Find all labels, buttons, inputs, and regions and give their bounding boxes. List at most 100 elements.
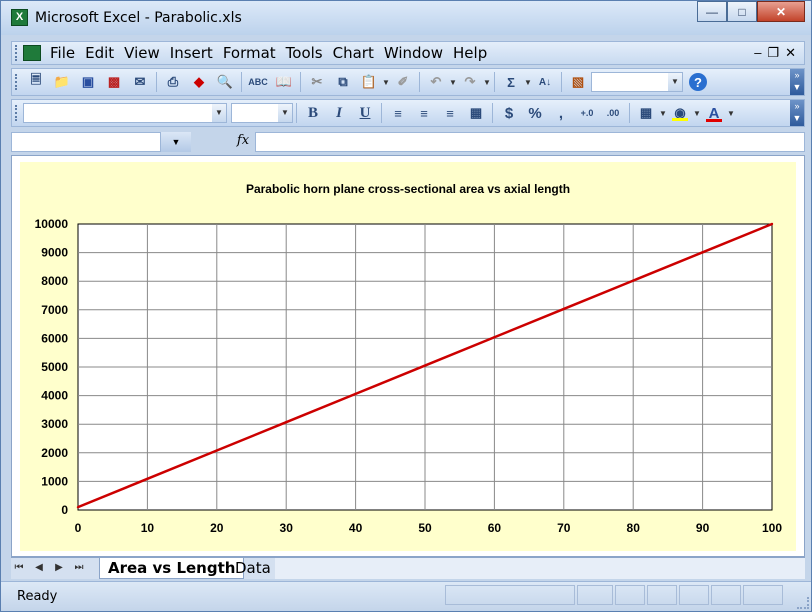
document-icon[interactable] [23, 45, 41, 61]
spelling-icon[interactable]: ABC [248, 72, 268, 92]
currency-button[interactable]: $ [499, 103, 519, 123]
menu-edit[interactable]: Edit [80, 44, 119, 62]
prev-sheet-icon[interactable]: ◀ [33, 562, 45, 573]
data-point [354, 392, 357, 396]
menu-insert[interactable]: Insert [165, 44, 218, 62]
help-icon[interactable]: ? [689, 73, 707, 91]
borders-icon[interactable]: ▦ [636, 103, 656, 123]
y-tick-label: 2000 [41, 446, 68, 460]
chevron-down-icon[interactable]: ▼ [278, 104, 292, 122]
print-icon[interactable]: ⎙ [163, 72, 183, 92]
close-icon[interactable]: ✕ [757, 1, 805, 22]
first-sheet-icon[interactable]: ⏮ [13, 562, 25, 573]
separator [629, 103, 630, 123]
chart-area[interactable]: Parabolic horn plane cross-sectional are… [20, 162, 796, 551]
doc-minimize-icon[interactable]: – [754, 45, 761, 61]
research-icon[interactable]: ◆ [189, 72, 209, 92]
toolbar-grip[interactable] [15, 105, 19, 121]
toolbar-grip[interactable] [15, 45, 19, 61]
open-icon[interactable]: 📁 [52, 72, 72, 92]
comma-button[interactable]: , [551, 103, 571, 123]
save-icon[interactable]: ▣ [78, 72, 98, 92]
percent-button[interactable]: % [525, 103, 545, 123]
mail-icon[interactable]: ✉ [130, 72, 150, 92]
y-tick-label: 7000 [41, 303, 68, 317]
format-painter-icon[interactable]: ✐ [393, 72, 413, 92]
paste-dropdown-icon[interactable]: ▼ [382, 78, 390, 87]
font-name-combo[interactable]: ▼ [23, 103, 227, 123]
underline-button[interactable]: U [355, 103, 375, 123]
tab-data[interactable]: Data [227, 558, 279, 579]
y-tick-label: 3000 [41, 417, 68, 431]
next-sheet-icon[interactable]: ▶ [53, 562, 65, 573]
formula-input[interactable] [255, 132, 805, 152]
menu-format[interactable]: Format [218, 44, 281, 62]
x-tick-label: 0 [75, 521, 82, 535]
permission-icon[interactable]: ▩ [104, 72, 124, 92]
window-title: Microsoft Excel - Parabolic.xls [35, 10, 242, 26]
font-color-icon[interactable]: A [704, 103, 724, 123]
toolbar-options-icon[interactable]: » ▼ [790, 100, 804, 126]
y-tick-label: 8000 [41, 274, 68, 288]
font-color-dropdown-icon[interactable]: ▼ [727, 109, 735, 118]
last-sheet-icon[interactable]: ⏭ [73, 562, 85, 573]
cut-icon[interactable]: ✂ [307, 72, 327, 92]
new-icon[interactable]: 🗏 [26, 72, 46, 92]
tabs-scroll-area [275, 558, 805, 579]
menu-chart[interactable]: Chart [328, 44, 379, 62]
separator [300, 72, 301, 92]
title-bar: X Microsoft Excel - Parabolic.xls — □ ✕ [1, 1, 811, 35]
menu-tools[interactable]: Tools [281, 44, 328, 62]
restore-icon[interactable]: □ [727, 1, 757, 22]
sort-icon[interactable]: A↓ [535, 72, 555, 92]
fill-color-dropdown-icon[interactable]: ▼ [693, 109, 701, 118]
insert-function-icon[interactable]: fx [233, 133, 253, 151]
chevron-down-icon[interactable]: ▼ [212, 104, 226, 122]
x-tick-label: 20 [210, 521, 224, 535]
chevron-down-icon[interactable]: ▼ [668, 73, 682, 91]
merge-center-icon[interactable]: ▦ [466, 103, 486, 123]
menu-file[interactable]: File [45, 44, 80, 62]
menu-help[interactable]: Help [448, 44, 492, 62]
print-preview-icon[interactable]: 🔍 [215, 72, 235, 92]
doc-close-icon[interactable]: ✕ [785, 45, 796, 61]
copy-icon[interactable]: ⧉ [333, 72, 353, 92]
borders-dropdown-icon[interactable]: ▼ [659, 109, 667, 118]
autosum-icon[interactable]: Σ [501, 72, 521, 92]
toolbar-options-icon[interactable]: » ▼ [790, 69, 804, 95]
decrease-decimal-icon[interactable]: .00 [603, 103, 623, 123]
redo-icon[interactable]: ↷ [460, 72, 480, 92]
y-tick-label: 1000 [41, 474, 68, 488]
y-tick-label: 6000 [41, 331, 68, 345]
redo-dropdown-icon[interactable]: ▼ [483, 78, 491, 87]
minimize-icon[interactable]: — [697, 1, 727, 22]
chevron-down-icon[interactable]: ▼ [161, 132, 191, 152]
bold-button[interactable]: B [303, 103, 323, 123]
italic-button[interactable]: I [329, 103, 349, 123]
data-point [701, 251, 704, 254]
font-size-combo[interactable]: ▼ [231, 103, 293, 123]
increase-decimal-icon[interactable]: +.0 [577, 103, 597, 123]
x-tick-label: 80 [627, 521, 641, 535]
chart-sheet: Parabolic horn plane cross-sectional are… [11, 155, 805, 557]
zoom-combo[interactable]: ▼ [591, 72, 683, 92]
align-right-icon[interactable]: ≡ [440, 103, 460, 123]
chart-wizard-icon[interactable]: ▧ [568, 72, 588, 92]
tab-area-vs-length[interactable]: Area vs Length [99, 558, 245, 579]
autosum-dropdown-icon[interactable]: ▼ [524, 78, 532, 87]
resize-grip-icon[interactable] [797, 597, 809, 609]
undo-icon[interactable]: ↶ [426, 72, 446, 92]
menu-window[interactable]: Window [379, 44, 448, 62]
x-tick-label: 50 [418, 521, 432, 535]
toolbar-grip[interactable] [15, 74, 19, 90]
align-center-icon[interactable]: ≡ [414, 103, 434, 123]
align-left-icon[interactable]: ≡ [388, 103, 408, 123]
research-book-icon[interactable]: 📖 [274, 72, 294, 92]
excel-app-icon[interactable]: X [11, 9, 28, 26]
paste-icon[interactable]: 📋 [359, 72, 379, 92]
menu-view[interactable]: View [119, 44, 165, 62]
undo-dropdown-icon[interactable]: ▼ [449, 78, 457, 87]
doc-restore-icon[interactable]: ❐ [767, 45, 779, 61]
name-box[interactable] [11, 132, 161, 152]
fill-color-icon[interactable]: ◉ [670, 103, 690, 123]
